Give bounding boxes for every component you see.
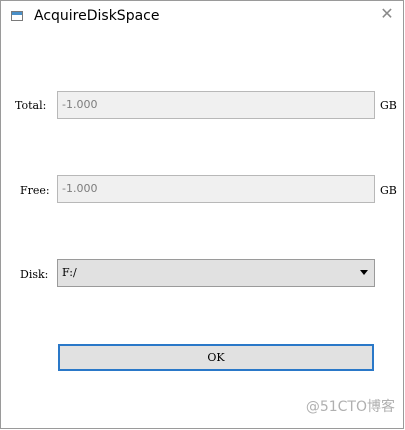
free-label: Free: xyxy=(20,184,50,197)
disk-select-value: F:/ xyxy=(62,266,77,279)
chevron-down-icon[interactable] xyxy=(360,270,368,275)
free-field: -1.000 xyxy=(57,175,375,203)
total-label: Total: xyxy=(15,99,47,112)
window-title: AcquireDiskSpace xyxy=(34,8,160,24)
close-icon[interactable]: ✕ xyxy=(380,6,394,22)
title-bar[interactable]: AcquireDiskSpace ✕ xyxy=(1,1,403,33)
app-window: AcquireDiskSpace ✕ Total: -1.000 GB Free… xyxy=(0,0,404,429)
window-icon xyxy=(11,11,23,21)
disk-select[interactable]: F:/ xyxy=(57,259,375,287)
ok-button[interactable]: OK xyxy=(58,344,374,371)
total-field: -1.000 xyxy=(57,91,375,119)
watermark: @51CTO博客 xyxy=(305,399,395,415)
disk-label: Disk: xyxy=(20,268,49,281)
total-unit: GB xyxy=(380,99,397,112)
free-unit: GB xyxy=(380,184,397,197)
